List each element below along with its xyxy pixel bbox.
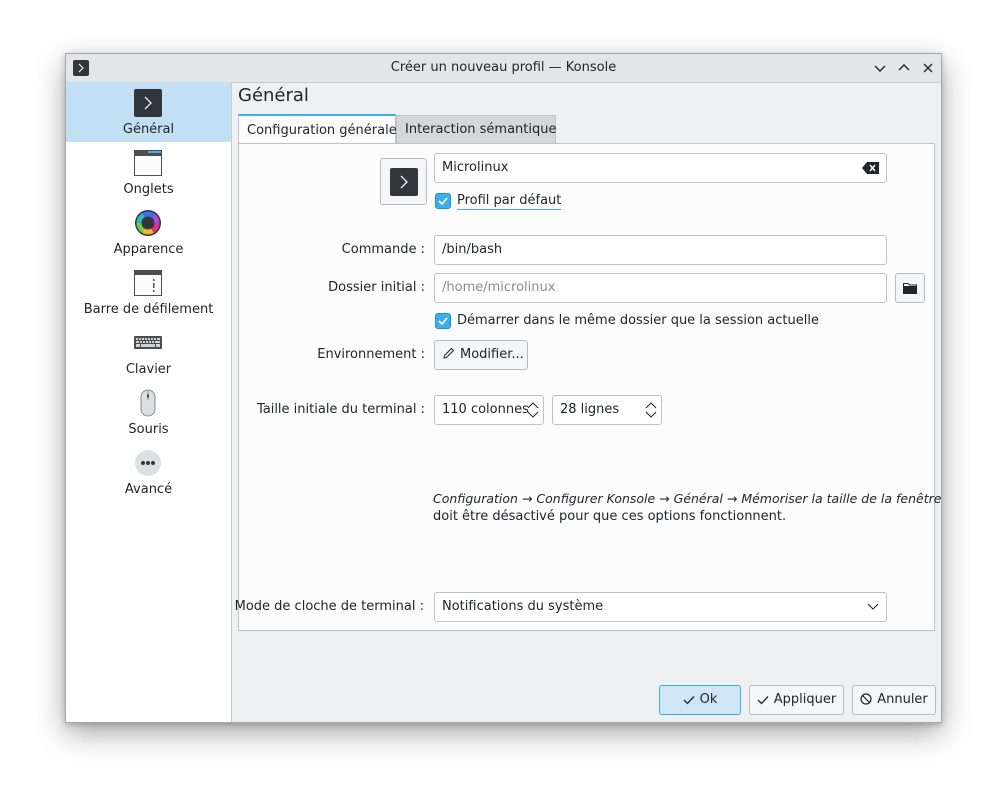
- main-content: Général Configuration générale Interacti…: [232, 82, 941, 722]
- command-input[interactable]: /bin/bash: [434, 235, 887, 265]
- note-text: doit être désactivé pour que ces options…: [433, 509, 787, 524]
- chevron-up-icon: [898, 64, 910, 71]
- ok-button[interactable]: Ok: [659, 685, 741, 715]
- terminal-icon: [390, 168, 418, 196]
- command-label: Commande :: [341, 242, 425, 257]
- bell-mode-value: Notifications du système: [442, 599, 604, 614]
- folder-icon: [903, 283, 917, 294]
- bell-mode-select[interactable]: Notifications du système: [434, 592, 887, 622]
- browse-folder-button[interactable]: [895, 273, 925, 303]
- terminal-size-label: Taille initiale du terminal :: [256, 402, 425, 417]
- lines-spinbox[interactable]: 28 lignes: [552, 395, 662, 425]
- sidebar-item-keyboard[interactable]: Clavier: [66, 322, 231, 382]
- start-same-dir-label[interactable]: Démarrer dans le même dossier que la ses…: [457, 313, 819, 328]
- window-size-note: Configuration → Configurer Konsole → Gén…: [433, 490, 942, 526]
- minimize-button[interactable]: [872, 60, 888, 76]
- title-bar[interactable]: Créer un nouveau profil — Konsole: [66, 54, 941, 83]
- cancel-button[interactable]: Annuler: [852, 685, 936, 715]
- cancel-label: Annuler: [877, 692, 928, 707]
- profile-icon-button[interactable]: [380, 158, 427, 205]
- columns-value: 110 colonnes: [442, 402, 529, 417]
- sidebar-item-advanced[interactable]: Avancé: [66, 442, 231, 502]
- chevron-down-icon: [874, 65, 886, 72]
- checkmark-icon: [438, 197, 448, 206]
- keyboard-icon: [133, 329, 163, 357]
- default-profile-checkbox[interactable]: [435, 193, 451, 209]
- sidebar-item-mouse[interactable]: Souris: [66, 382, 231, 442]
- start-same-dir-checkbox[interactable]: [435, 313, 451, 329]
- dialog-window: Créer un nouveau profil — Konsole Généra…: [65, 53, 942, 723]
- environment-label: Environnement :: [317, 347, 425, 362]
- bell-mode-label: Mode de cloche de terminal :: [234, 599, 424, 614]
- profile-name-value: Microlinux: [442, 160, 509, 175]
- checkmark-icon: [438, 317, 448, 326]
- close-button[interactable]: [920, 60, 936, 76]
- sidebar: Général Onglets Apparence Barre de défil…: [66, 82, 232, 722]
- spin-arrows-icon: [645, 402, 657, 418]
- sidebar-item-label: Onglets: [123, 182, 174, 197]
- color-wheel-icon: [133, 209, 163, 237]
- apply-label: Appliquer: [773, 692, 837, 707]
- tab-general-configuration[interactable]: Configuration générale: [238, 114, 397, 144]
- sidebar-item-tabs[interactable]: Onglets: [66, 142, 231, 202]
- close-icon: [923, 63, 933, 73]
- tabs-icon: [133, 149, 163, 177]
- default-profile-label[interactable]: Profil par défaut: [457, 193, 562, 210]
- initial-dir-placeholder: /home/microlinux: [442, 280, 556, 295]
- more-icon: [133, 449, 163, 477]
- window-title: Créer un nouveau profil — Konsole: [390, 60, 617, 75]
- sidebar-item-label: Barre de défilement: [83, 302, 214, 317]
- sidebar-item-label: Général: [122, 122, 175, 137]
- apply-button[interactable]: Appliquer: [749, 685, 844, 715]
- initial-dir-input[interactable]: /home/microlinux: [434, 273, 887, 303]
- pencil-icon: [443, 347, 455, 359]
- terminal-icon: [133, 89, 163, 117]
- ok-label: Ok: [699, 692, 718, 707]
- check-icon: [683, 696, 695, 705]
- columns-spinbox[interactable]: 110 colonnes: [434, 395, 544, 425]
- mouse-icon: [133, 389, 163, 417]
- initial-dir-label: Dossier initial :: [328, 280, 425, 295]
- chevron-down-icon: [867, 603, 879, 610]
- modify-environment-button[interactable]: Modifier...: [434, 340, 528, 370]
- sidebar-item-scrollbar[interactable]: Barre de défilement: [66, 262, 231, 322]
- clear-text-icon[interactable]: [862, 162, 880, 174]
- modify-button-label: Modifier...: [460, 347, 524, 362]
- check-icon: [757, 696, 769, 705]
- sidebar-item-label: Avancé: [124, 482, 173, 497]
- sidebar-item-appearance[interactable]: Apparence: [66, 202, 231, 262]
- tab-semantic-interaction[interactable]: Interaction sémantique: [396, 115, 557, 144]
- cancel-icon: [860, 693, 872, 705]
- sidebar-item-general[interactable]: Général: [66, 82, 231, 142]
- tab-panel: Microlinux Profil par défaut Commande : …: [234, 143, 942, 631]
- profile-name-input[interactable]: Microlinux: [434, 153, 887, 183]
- sidebar-item-label: Souris: [128, 422, 169, 437]
- scrollbar-icon: [133, 269, 163, 297]
- spin-arrows-icon: [527, 402, 539, 418]
- maximize-button[interactable]: [896, 60, 912, 76]
- lines-value: 28 lignes: [560, 402, 620, 417]
- sidebar-item-label: Clavier: [125, 362, 172, 377]
- note-italic-path: Configuration → Configurer Konsole → Gén…: [433, 491, 942, 506]
- page-title: Général: [238, 85, 309, 106]
- sidebar-item-label: Apparence: [113, 242, 184, 257]
- command-value: /bin/bash: [442, 242, 503, 257]
